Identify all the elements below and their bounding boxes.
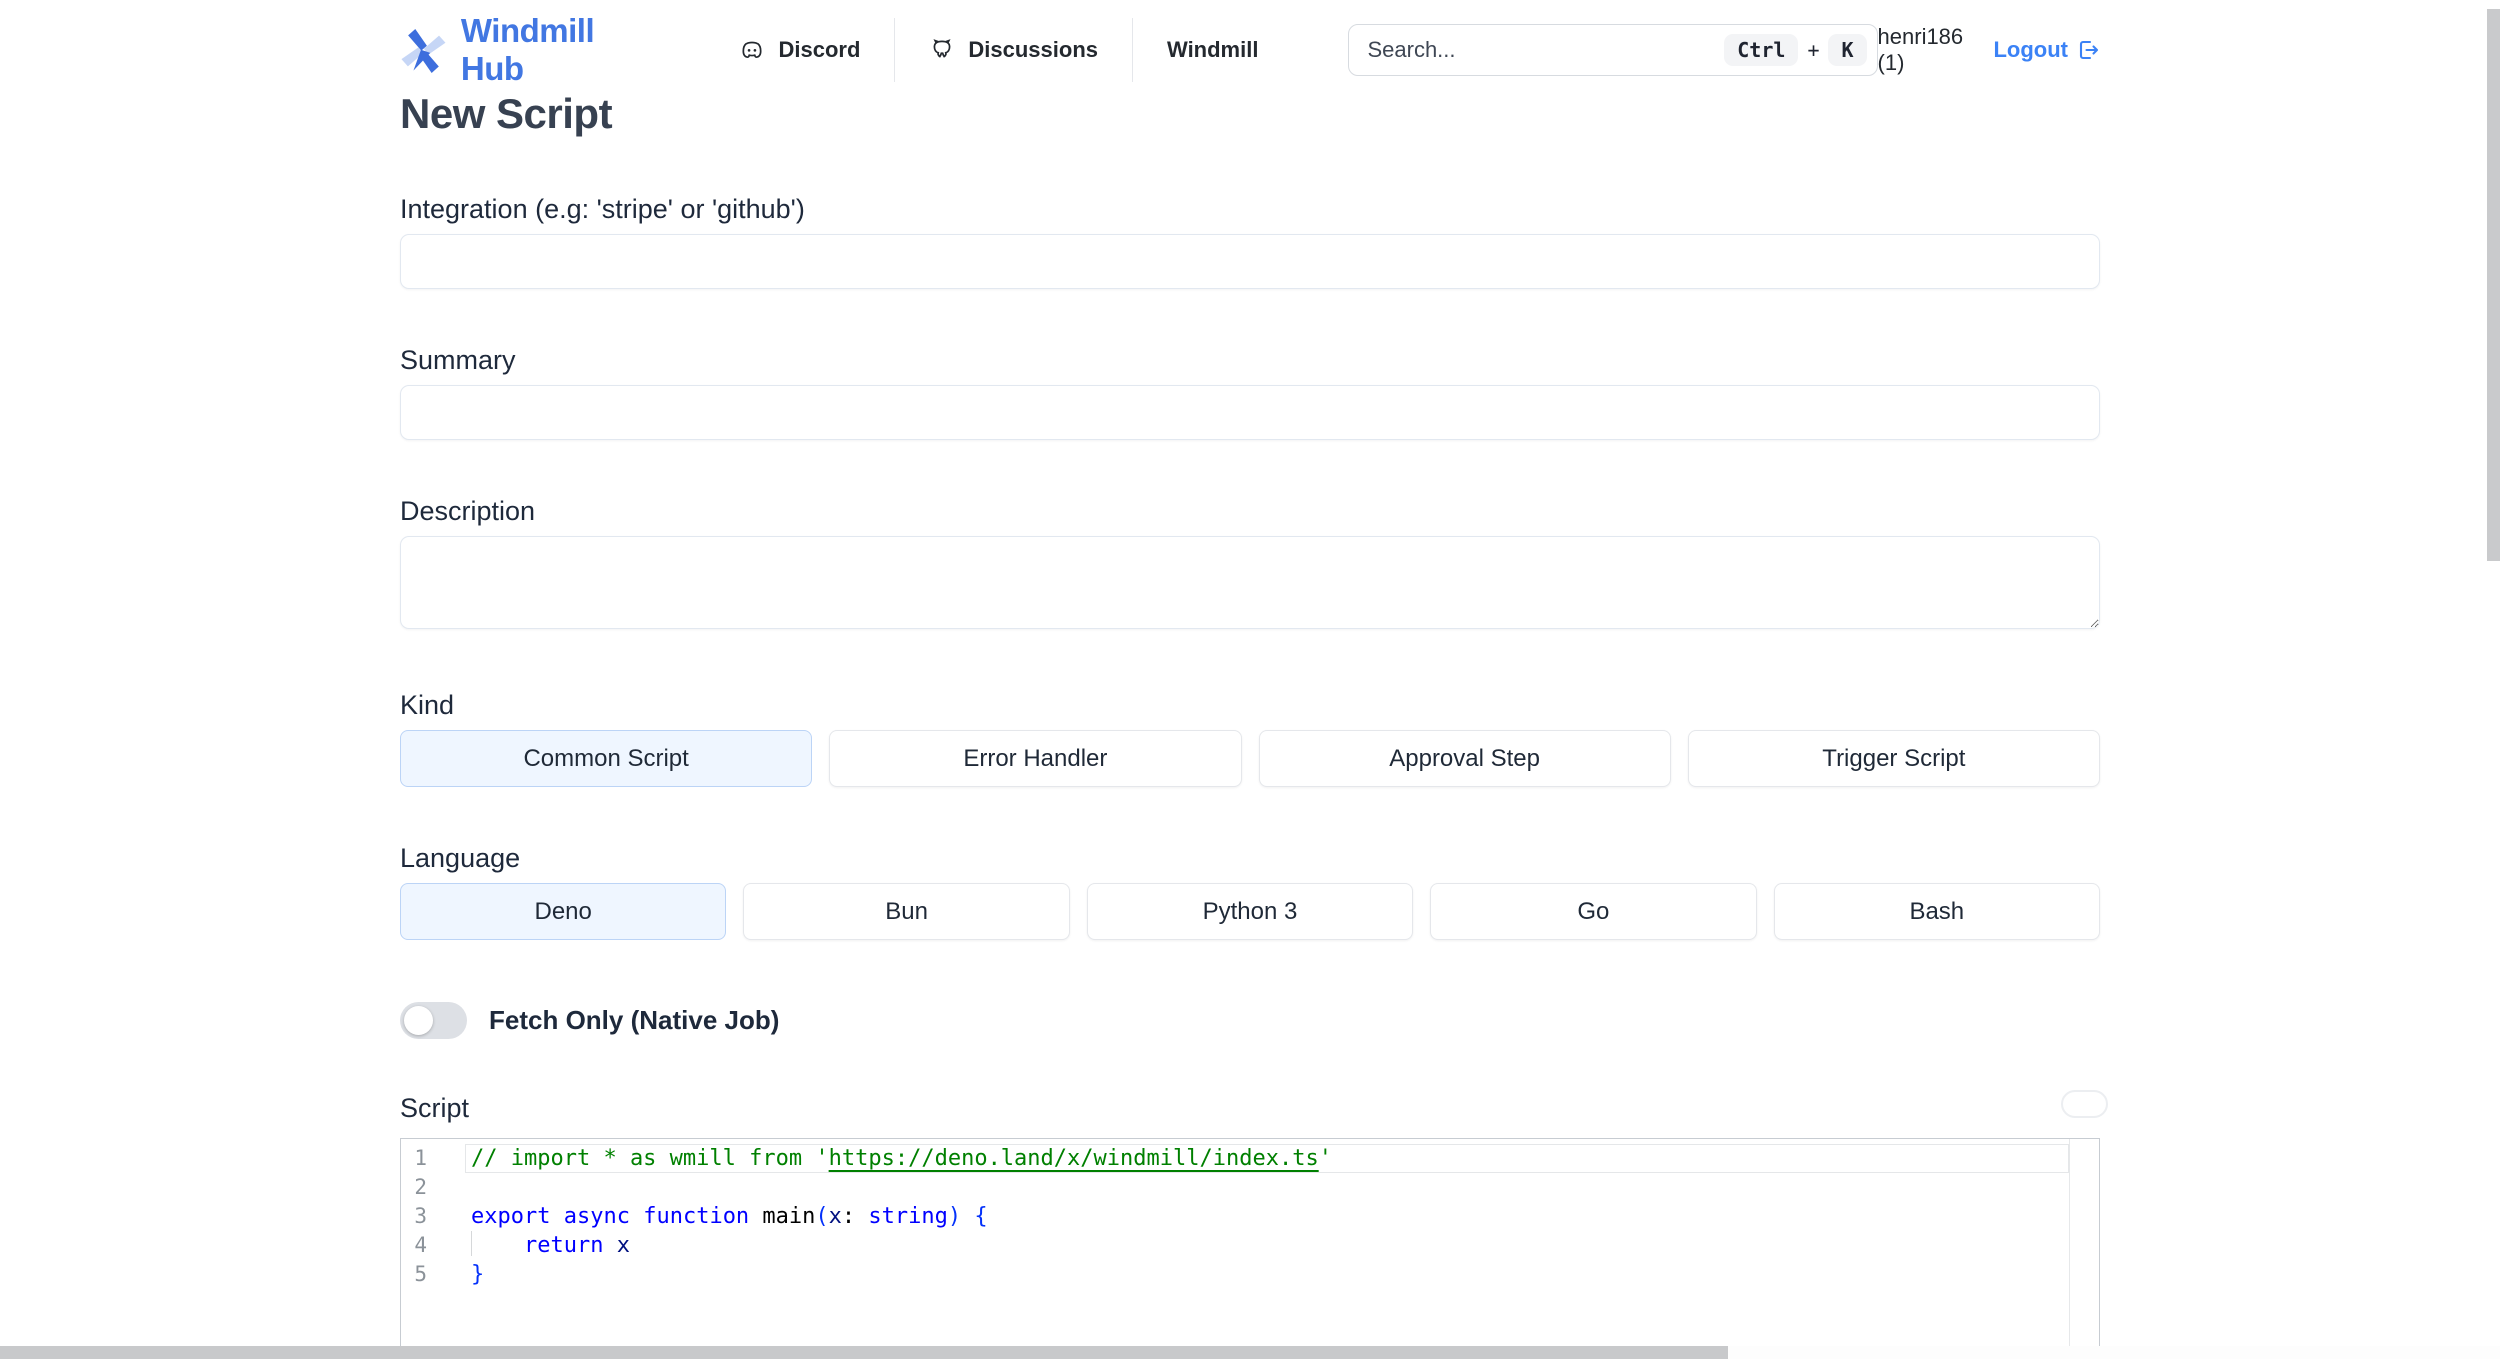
kind-option-approval-step[interactable]: Approval Step (1258, 730, 1671, 787)
code-editor[interactable]: 1 // import * as wmill from 'https://deno… (400, 1138, 2100, 1359)
kbd-k: K (1828, 34, 1867, 66)
discussions-icon (933, 39, 951, 58)
code-line[interactable]: 4 return x (401, 1231, 2099, 1260)
logout-label: Logout (1993, 37, 2068, 62)
fetch-only-toggle[interactable] (400, 1002, 467, 1039)
description-field-group: Description (400, 496, 2100, 634)
integration-field-group: Integration (e.g: 'stripe' or 'github') (400, 194, 2100, 289)
language-options: Deno Bun Python 3 Go Bash (400, 883, 2100, 940)
kind-options: Common Script Error Handler Approval Ste… (400, 730, 2100, 787)
vertical-scrollbar[interactable] (2487, 0, 2500, 1359)
username: henri186 (1) (1877, 24, 1964, 75)
logout-link[interactable]: Logout (1993, 37, 2100, 63)
script-label: Script (400, 1093, 470, 1123)
fetch-only-row: Fetch Only (Native Job) (400, 1002, 2100, 1039)
language-option-go[interactable]: Go (1430, 883, 1757, 940)
editor-options-pill[interactable] (2061, 1090, 2108, 1118)
language-option-python3[interactable]: Python 3 (1086, 883, 1414, 940)
page-title: New Script (400, 90, 613, 137)
kbd-ctrl: Ctrl (1724, 34, 1799, 66)
line-number: 1 (414, 1146, 427, 1170)
integration-input[interactable] (400, 234, 2100, 289)
nav-item-label: Discussions (968, 37, 1098, 62)
description-label: Description (400, 496, 536, 526)
nav-item-discussions[interactable]: Discussions (895, 37, 1132, 63)
summary-input[interactable] (400, 385, 2100, 440)
integration-label: Integration (e.g: 'stripe' or 'github') (400, 194, 805, 224)
kind-option-common-script[interactable]: Common Script (400, 730, 813, 787)
main-nav: Discord Discussions Windmill (705, 18, 1292, 82)
kind-label: Kind (400, 690, 455, 720)
line-number: 5 (414, 1262, 427, 1286)
code-line[interactable]: 5} (401, 1260, 2099, 1289)
horizontal-scrollbar-thumb[interactable] (0, 1346, 1728, 1359)
kind-option-trigger-script[interactable]: Trigger Script (1687, 730, 2100, 787)
line-number: 3 (414, 1204, 427, 1228)
code-line-content: export async function main(x: string) { (471, 1204, 988, 1229)
vertical-scrollbar-thumb[interactable] (2487, 9, 2500, 561)
language-field-group: Language Deno Bun Python 3 Go Bash (400, 843, 2100, 940)
logout-icon (2079, 40, 2099, 60)
nav-item-discord[interactable]: Discord (705, 37, 894, 63)
code-line[interactable]: 1 // import * as wmill from 'https://deno… (401, 1144, 2099, 1173)
search-shortcut: Ctrl + K (1724, 34, 1867, 66)
brand-name: Windmill Hub (460, 12, 595, 87)
nav-item-label: Discord (778, 37, 861, 62)
language-option-deno[interactable]: Deno (400, 883, 727, 940)
code-line-content: // import * as wmill from 'https://deno.… (471, 1146, 1332, 1171)
nav-item-label: Windmill (1167, 37, 1259, 62)
code-line[interactable]: 2 (401, 1173, 2099, 1202)
code-line[interactable]: 3 export async function main(x: string) { (401, 1202, 2099, 1231)
summary-field-group: Summary (400, 345, 2100, 440)
fetch-only-label: Fetch Only (Native Job) (489, 1005, 780, 1035)
discord-icon (742, 41, 763, 58)
horizontal-scrollbar[interactable] (0, 1346, 2500, 1359)
script-header-row: Script (400, 1090, 2108, 1124)
language-option-bash[interactable]: Bash (1773, 883, 2100, 940)
line-number: 2 (414, 1175, 427, 1199)
brand-link[interactable]: Windmill Hub (400, 12, 645, 88)
toggle-knob (404, 1006, 433, 1035)
description-textarea[interactable] (400, 536, 2100, 629)
kbd-separator: + (1807, 38, 1820, 62)
nav-item-windmill[interactable]: Windmill (1133, 37, 1292, 63)
line-number: 4 (414, 1233, 427, 1257)
code-line-content: } (471, 1262, 485, 1287)
header: Windmill Hub Discord Discussions Windmil… (400, 12, 2100, 87)
kind-option-error-handler[interactable]: Error Handler (829, 730, 1242, 787)
main-content: Windmill Hub Discord Discussions Windmil… (400, 12, 2108, 1359)
search-box: Ctrl + K (1348, 24, 1878, 76)
user-area: henri186 (1) Logout (1878, 24, 2100, 76)
language-label: Language (400, 843, 521, 873)
summary-label: Summary (400, 345, 516, 375)
code-lines: 1 // import * as wmill from 'https://deno… (401, 1144, 2099, 1289)
code-line-content: return x (471, 1231, 630, 1260)
language-option-bun[interactable]: Bun (743, 883, 1070, 940)
search-input[interactable] (1367, 37, 1725, 63)
kind-field-group: Kind Common Script Error Handler Approva… (400, 690, 2100, 787)
windmill-logo-icon (401, 28, 446, 73)
